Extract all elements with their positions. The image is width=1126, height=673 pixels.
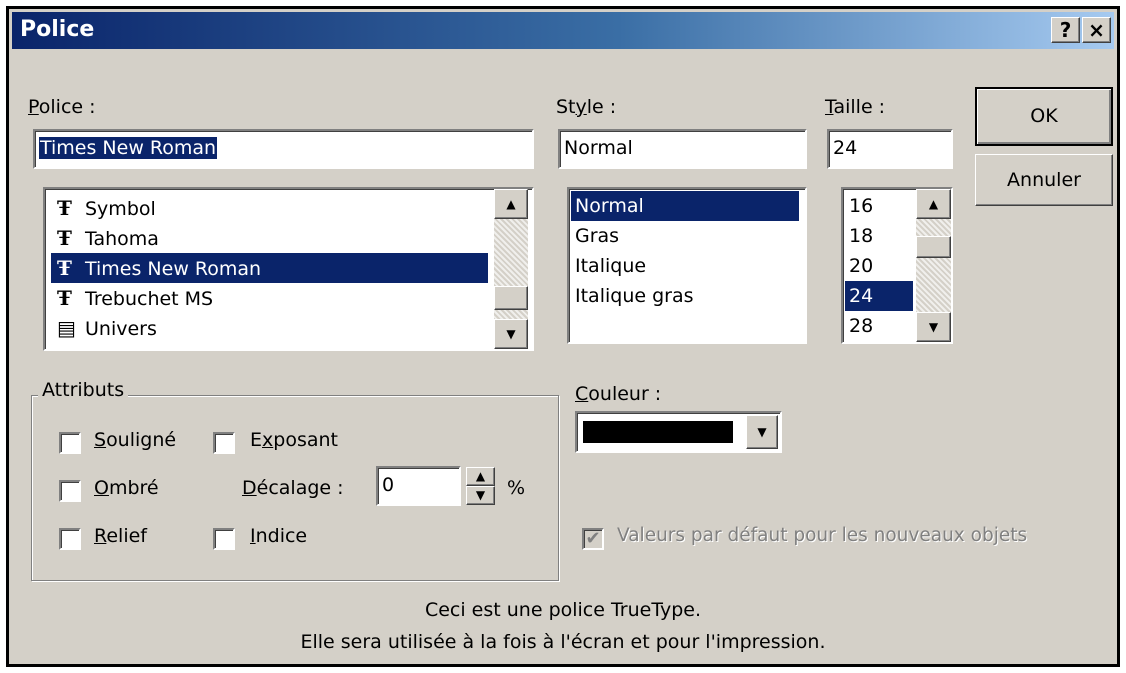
offset-down-button[interactable]: ▼ — [466, 486, 495, 505]
style-list-item[interactable]: Gras — [571, 221, 799, 251]
offset-up-button[interactable]: ▲ — [466, 467, 495, 486]
ok-button[interactable]: OK — [975, 87, 1113, 146]
style-list-item[interactable]: Normal — [571, 191, 799, 221]
color-label: Couleur : — [575, 383, 662, 405]
font-list-item[interactable]: Ŧ Trebuchet MS — [51, 283, 488, 313]
arrow-down-icon: ▼ — [928, 320, 939, 334]
offset-unit: % — [507, 477, 526, 499]
size-label: Taille : — [825, 96, 886, 118]
arrow-down-icon: ▼ — [475, 488, 486, 502]
size-list-item[interactable]: 18 — [845, 221, 913, 251]
checkmark-icon: ✔ — [585, 528, 601, 549]
shadow-checkbox[interactable] — [59, 480, 81, 502]
shadow-label[interactable]: Ombré — [94, 477, 159, 499]
style-label: Style : — [556, 96, 617, 118]
defaults-checkbox[interactable]: ✔ — [582, 528, 604, 550]
truetype-icon: Ŧ — [57, 286, 72, 310]
arrow-up-icon: ▲ — [506, 197, 516, 211]
superscript-checkbox[interactable] — [213, 432, 235, 454]
font-name-value: Times New Roman — [39, 137, 218, 159]
printer-font-icon: ▤ — [57, 316, 76, 340]
style-list-item[interactable]: Italique gras — [571, 281, 799, 311]
font-list-item-label: Trebuchet MS — [85, 288, 214, 310]
subscript-checkbox[interactable] — [213, 528, 235, 550]
scroll-down-button[interactable]: ▼ — [494, 319, 528, 349]
close-button[interactable]: × — [1082, 17, 1111, 43]
style-list-item[interactable]: Italique — [571, 251, 799, 281]
window-title: Police — [20, 17, 95, 42]
arrow-up-icon: ▲ — [928, 197, 939, 211]
scroll-up-button[interactable]: ▲ — [494, 189, 528, 219]
size-scroll-thumb[interactable] — [916, 236, 951, 258]
font-list-item[interactable]: Ŧ Symbol — [51, 193, 488, 223]
emboss-checkbox[interactable] — [59, 528, 81, 550]
font-list-item-label: Times New Roman — [85, 258, 262, 280]
emboss-label[interactable]: Relief — [94, 525, 147, 547]
color-dropdown[interactable]: ▼ — [575, 411, 782, 453]
info-line-1: Ceci est une police TrueType. — [424, 599, 702, 621]
arrow-up-icon: ▲ — [475, 469, 486, 483]
offset-value: 0 — [382, 474, 395, 496]
size-list[interactable]: 16 18 20 24 28 ▲ ▼ — [841, 187, 953, 344]
font-list-item-label: Tahoma — [85, 228, 159, 250]
style-input[interactable]: Normal — [558, 129, 807, 169]
offset-label: Décalage : — [242, 477, 344, 499]
underline-label[interactable]: Souligné — [94, 429, 176, 451]
color-dropdown-button[interactable]: ▼ — [746, 415, 778, 449]
underline-checkbox[interactable] — [59, 432, 81, 454]
attributes-legend: Attributs — [38, 379, 129, 401]
font-list-item-label: Univers — [85, 318, 157, 340]
truetype-icon: Ŧ — [57, 196, 72, 220]
info-line-2: Elle sera utilisée à la fois à l'écran e… — [300, 631, 826, 653]
cancel-button[interactable]: Annuler — [975, 154, 1113, 206]
defaults-label[interactable]: Valeurs par défaut pour les nouveaux obj… — [617, 525, 1027, 546]
style-value: Normal — [564, 137, 633, 159]
help-button[interactable]: ? — [1051, 17, 1080, 43]
scroll-thumb[interactable] — [494, 286, 528, 310]
size-list-item[interactable]: 28 — [845, 311, 913, 341]
font-list-item-label: Symbol — [85, 198, 156, 220]
chevron-down-icon: ▼ — [757, 425, 767, 439]
truetype-icon: Ŧ — [57, 226, 72, 250]
truetype-icon: Ŧ — [57, 256, 72, 280]
font-label-rest: olice : — [38, 96, 96, 118]
font-dialog: Police ? × Police : Times New Roman Ŧ Sym… — [6, 6, 1120, 667]
arrow-down-icon: ▼ — [506, 327, 516, 341]
close-icon: × — [1088, 18, 1105, 42]
size-value: 24 — [833, 137, 858, 159]
size-scroll-down-button[interactable]: ▼ — [916, 312, 951, 342]
title-bar[interactable]: Police ? × — [12, 12, 1114, 49]
offset-input[interactable]: 0 — [376, 466, 461, 506]
size-input[interactable]: 24 — [827, 129, 953, 169]
font-name-input[interactable]: Times New Roman — [33, 129, 534, 169]
font-list-item[interactable]: Ŧ Tahoma — [51, 223, 488, 253]
font-list[interactable]: Ŧ Symbol Ŧ Tahoma Ŧ Times New Roman Ŧ Trebuchet… — [43, 187, 534, 351]
help-icon: ? — [1059, 18, 1072, 42]
size-list-item[interactable]: 16 — [845, 191, 913, 221]
subscript-label[interactable]: Indice — [250, 525, 307, 547]
font-list-item[interactable]: Ŧ Times New Roman — [51, 253, 488, 283]
font-list-item[interactable]: ▤ Univers — [51, 313, 488, 343]
size-list-item[interactable]: 24 — [845, 281, 913, 311]
style-list[interactable]: Normal Gras Italique Italique gras — [567, 187, 807, 344]
font-label: Police : — [28, 96, 96, 118]
superscript-label[interactable]: Exposant — [250, 429, 338, 451]
size-scroll-up-button[interactable]: ▲ — [916, 189, 951, 219]
size-list-item[interactable]: 20 — [845, 251, 913, 281]
color-swatch — [583, 421, 733, 443]
